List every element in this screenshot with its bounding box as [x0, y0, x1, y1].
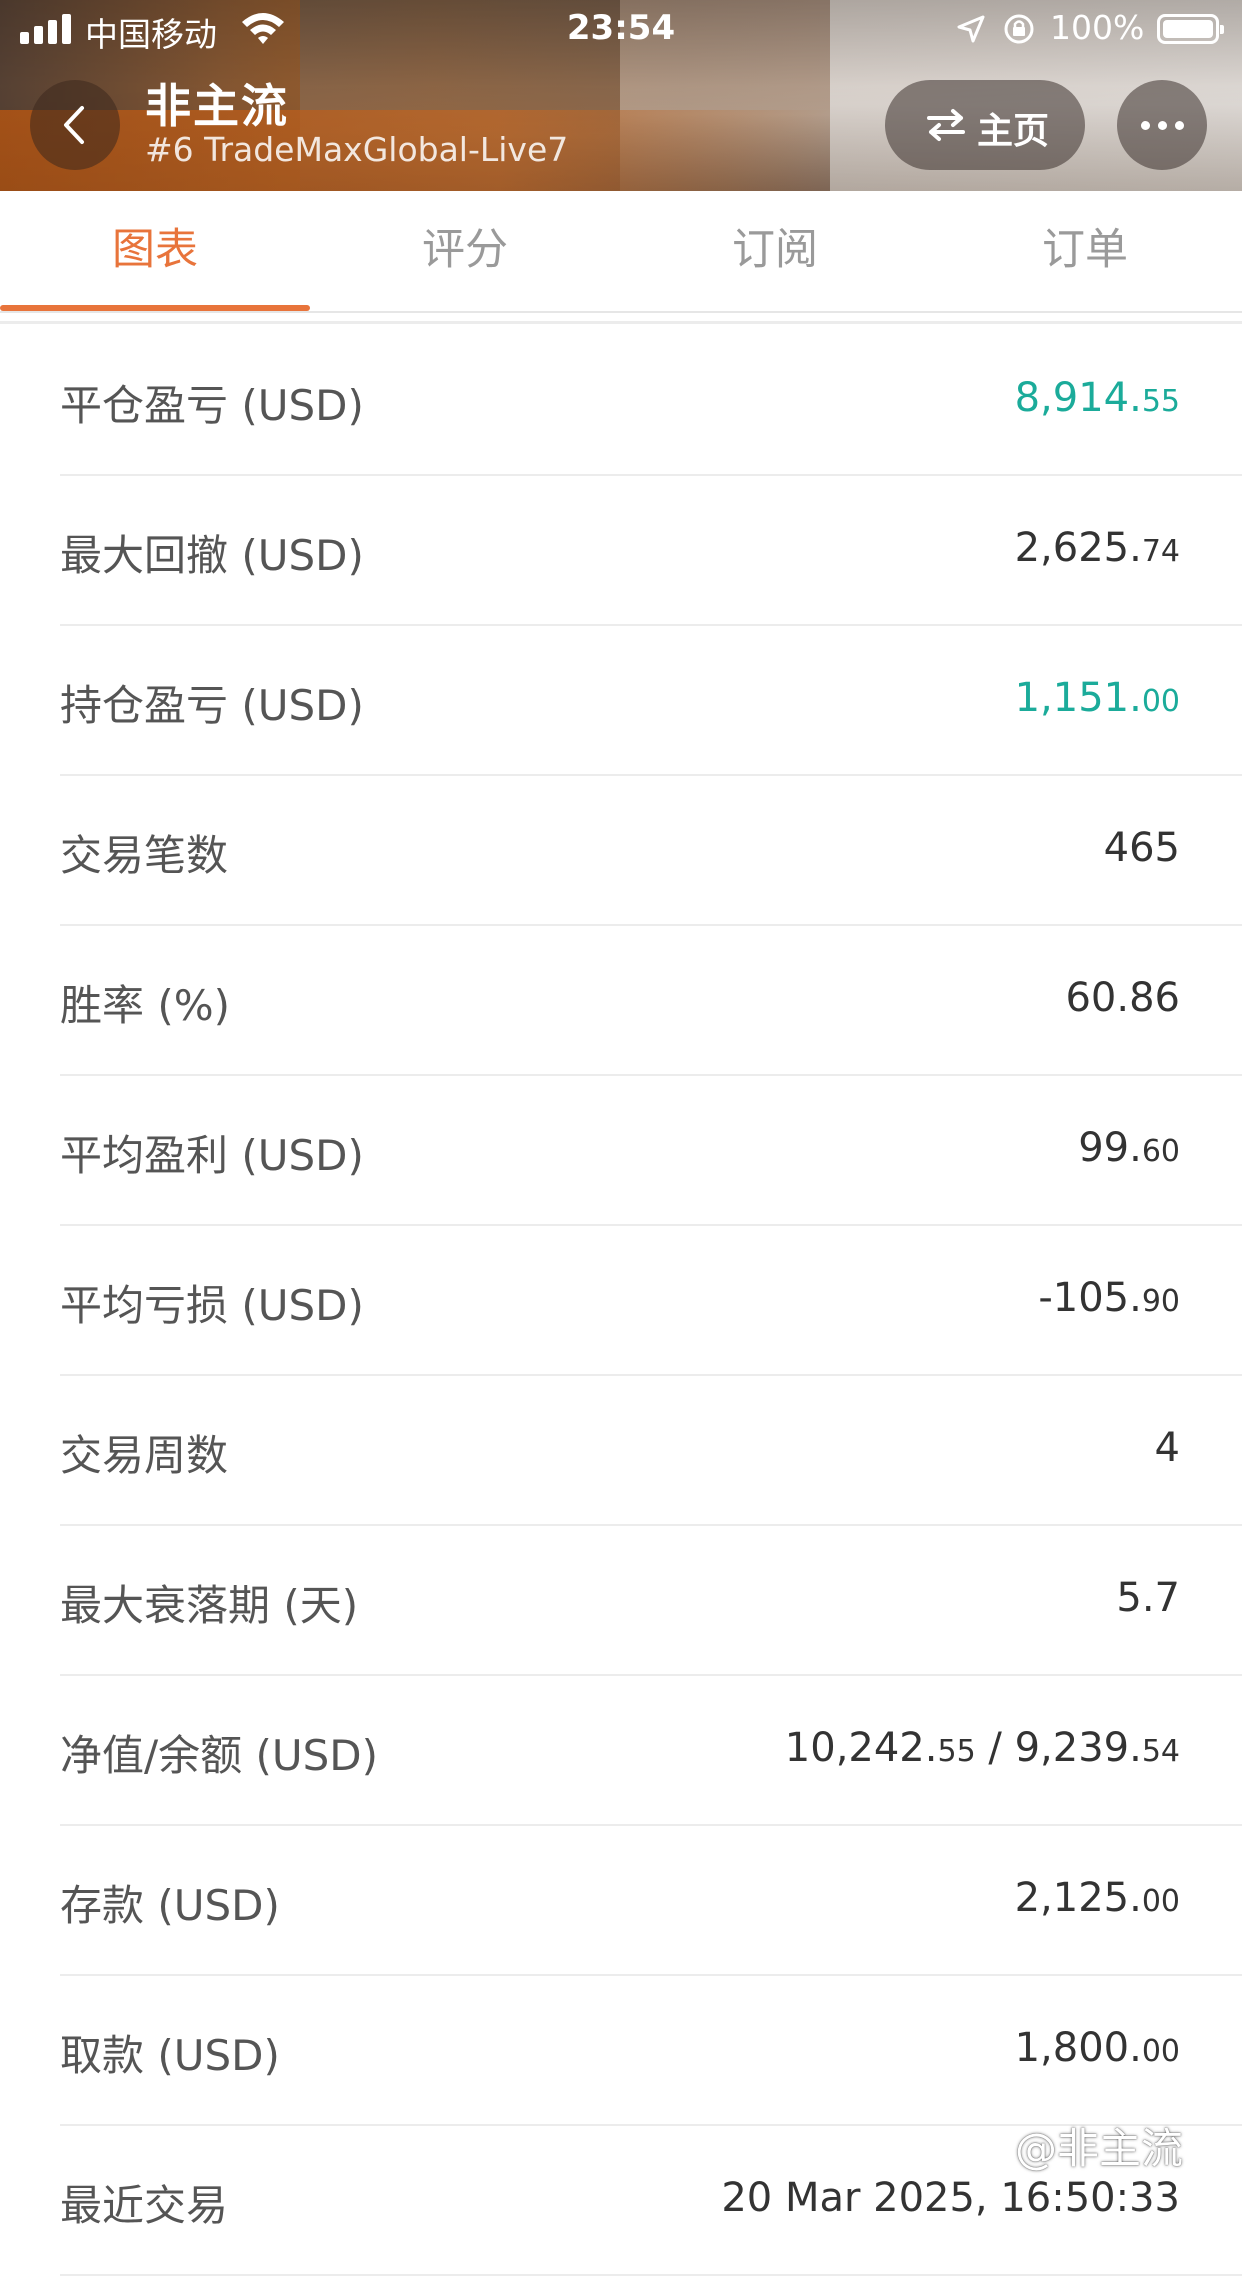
stat-row-max-decline-period: 最大衰落期 (天) 5.7: [0, 1526, 1242, 1676]
stat-label: 存款 (USD): [60, 1881, 280, 1930]
status-bar: 中国移动 23:54 100%: [0, 0, 1242, 60]
stat-row-trading-weeks: 交易周数 4: [0, 1376, 1242, 1526]
watermark: @非主流: [1015, 2124, 1184, 2173]
account-subtitle: #6 TradeMaxGlobal-Live7: [145, 130, 569, 169]
battery-percent: 100%: [1050, 8, 1145, 47]
home-button[interactable]: 主页: [885, 80, 1085, 170]
stat-label: 持仓盈亏 (USD): [60, 681, 364, 730]
stat-value: 2,625.74: [1014, 525, 1180, 571]
stat-label: 平仓盈亏 (USD): [60, 381, 364, 430]
stat-label: 最大衰落期 (天): [60, 1581, 359, 1630]
rotation-lock-icon: [1004, 14, 1034, 44]
stat-row-trade-count: 交易笔数 465: [0, 776, 1242, 926]
stat-label: 最近交易: [60, 2181, 229, 2230]
chevron-left-icon: [64, 106, 84, 144]
stat-value: 10,242.55 / 9,239.54: [784, 1725, 1180, 1771]
tab-subscribe[interactable]: 订阅: [620, 191, 930, 309]
tab-rating[interactable]: 评分: [310, 191, 620, 309]
stat-row-equity-balance: 净值/余额 (USD) 10,242.55 / 9,239.54: [0, 1676, 1242, 1826]
stat-row-avg-profit: 平均盈利 (USD) 99.60: [0, 1076, 1242, 1226]
stat-value: 99.60: [1078, 1125, 1180, 1171]
stat-row-win-rate: 胜率 (%) 60.86: [0, 926, 1242, 1076]
stat-label: 平均亏损 (USD): [60, 1281, 364, 1330]
more-dots-icon: [1141, 121, 1150, 130]
tab-divider: [0, 311, 1242, 313]
stat-row-avg-loss: 平均亏损 (USD) -105.90: [0, 1226, 1242, 1376]
stat-value: 465: [1103, 825, 1180, 871]
stat-row-deposits: 存款 (USD) 2,125.00: [0, 1826, 1242, 1976]
stat-label: 取款 (USD): [60, 2031, 280, 2080]
stat-row-max-drawdown: 最大回撤 (USD) 2,625.74: [0, 476, 1242, 626]
stat-value: 2,125.00: [1014, 1875, 1180, 1921]
stat-row-closed-pnl: 平仓盈亏 (USD) 8,914.55: [0, 326, 1242, 476]
tab-divider: [0, 321, 1242, 324]
stat-label: 净值/余额 (USD): [60, 1731, 379, 1780]
stats-list: 平仓盈亏 (USD) 8,914.55 最大回撤 (USD) 2,625.74 …: [0, 326, 1242, 2276]
stat-label: 平均盈利 (USD): [60, 1131, 364, 1180]
header-banner: 中国移动 23:54 100% 非主流 #6 TradeMaxGlobal-Li…: [0, 0, 1242, 191]
swap-arrows-icon: [927, 109, 965, 141]
stat-value: 1,800.00: [1014, 2025, 1180, 2071]
stat-value: 8,914.55: [1014, 375, 1180, 421]
page-title: 非主流: [145, 79, 289, 133]
more-button[interactable]: [1117, 80, 1207, 170]
back-button[interactable]: [30, 80, 120, 170]
tab-bar: 图表 评分 订阅 订单: [0, 191, 1242, 324]
home-button-label: 主页: [977, 111, 1050, 152]
stat-label: 胜率 (%): [60, 981, 231, 1030]
stat-row-withdrawals: 取款 (USD) 1,800.00: [0, 1976, 1242, 2126]
stat-value: 60.86: [1065, 975, 1180, 1021]
stat-label: 最大回撤 (USD): [60, 531, 364, 580]
stat-value: -105.90: [1038, 1275, 1180, 1321]
stat-value: 5.7: [1116, 1575, 1180, 1621]
tab-orders[interactable]: 订单: [930, 191, 1240, 309]
stat-value: 20 Mar 2025, 16:50:33: [721, 2175, 1180, 2221]
stat-label: 交易笔数: [60, 831, 229, 880]
battery-icon: [1157, 14, 1224, 44]
location-arrow-icon: [957, 15, 985, 43]
stat-label: 交易周数: [60, 1431, 229, 1480]
stat-value: 1,151.00: [1014, 675, 1180, 721]
stat-row-open-pnl: 持仓盈亏 (USD) 1,151.00: [0, 626, 1242, 776]
tab-chart[interactable]: 图表: [0, 191, 310, 309]
stat-value: 4: [1154, 1425, 1180, 1471]
